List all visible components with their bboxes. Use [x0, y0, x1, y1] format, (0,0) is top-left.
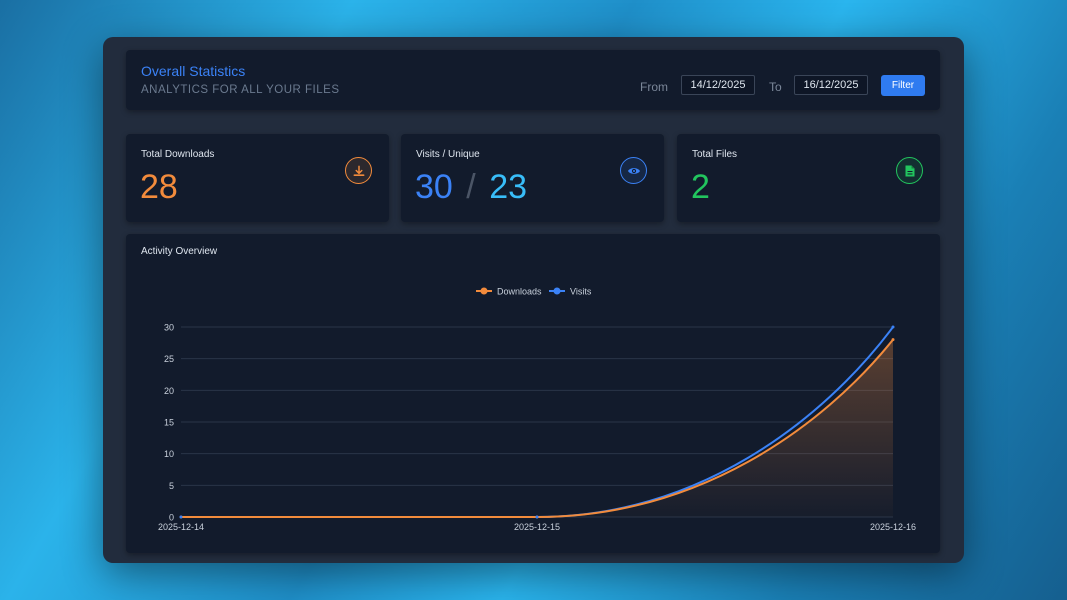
- activity-chart-panel: Activity Overview 0 5 10 15 20 25 30 2025-12-14…: [126, 234, 940, 553]
- visits-value: 30: [415, 168, 453, 206]
- y-tick-label: 15: [164, 418, 174, 428]
- file-icon: [896, 157, 923, 184]
- visits-separator: /: [466, 168, 476, 206]
- legend-marker: [480, 287, 488, 295]
- legend-label: Downloads: [497, 287, 542, 297]
- stat-card-visits: Visits / Unique 30 / 23: [401, 134, 664, 222]
- stat-card-files: Total Files 2: [677, 134, 940, 222]
- y-tick-label: 0: [169, 513, 174, 523]
- data-point-downloads: [891, 338, 895, 342]
- data-point-visits: [535, 515, 539, 519]
- x-tick-label: 2025-12-16: [870, 522, 916, 532]
- y-tick-label: 20: [164, 386, 174, 396]
- from-date-input[interactable]: 14/12/2025: [681, 75, 755, 95]
- download-icon: [345, 157, 372, 184]
- to-label: To: [769, 80, 782, 94]
- y-tick-label: 30: [164, 323, 174, 333]
- stat-value: 2: [691, 168, 710, 206]
- chart-legend: Downloads Visits: [476, 287, 592, 297]
- page-subtitle: ANALYTICS FOR ALL YOUR FILES: [141, 84, 340, 96]
- stat-card-downloads: Total Downloads 28: [126, 134, 389, 222]
- downloads-area: [181, 339, 893, 517]
- legend-marker: [553, 287, 561, 295]
- to-date-input[interactable]: 16/12/2025: [794, 75, 868, 95]
- y-tick-label: 5: [169, 481, 174, 491]
- eye-icon: [620, 157, 647, 184]
- stat-label: Total Downloads: [141, 149, 215, 160]
- data-point-visits: [179, 515, 183, 519]
- unique-value: 23: [489, 168, 528, 206]
- page-title: Overall Statistics: [141, 63, 246, 79]
- x-tick-label: 2025-12-15: [514, 522, 560, 532]
- stat-label: Total Files: [692, 149, 738, 160]
- activity-chart: 0 5 10 15 20 25 30 2025-12-14 2025-12-15 2025-12-…: [158, 287, 916, 533]
- data-point-visits: [891, 325, 895, 329]
- x-tick-label: 2025-12-14: [158, 522, 204, 532]
- header-panel: Overall Statistics ANALYTICS FOR ALL YOU…: [126, 50, 940, 110]
- stat-label: Visits / Unique: [416, 149, 480, 160]
- from-label: From: [640, 80, 668, 94]
- filter-button[interactable]: Filter: [881, 75, 925, 96]
- stat-value: 30 / 23: [415, 168, 527, 207]
- y-tick-label: 25: [164, 354, 174, 364]
- dashboard-window: Overall Statistics ANALYTICS FOR ALL YOU…: [103, 37, 964, 563]
- legend-label: Visits: [570, 287, 592, 297]
- stat-value: 28: [140, 168, 178, 206]
- y-tick-label: 10: [164, 449, 174, 459]
